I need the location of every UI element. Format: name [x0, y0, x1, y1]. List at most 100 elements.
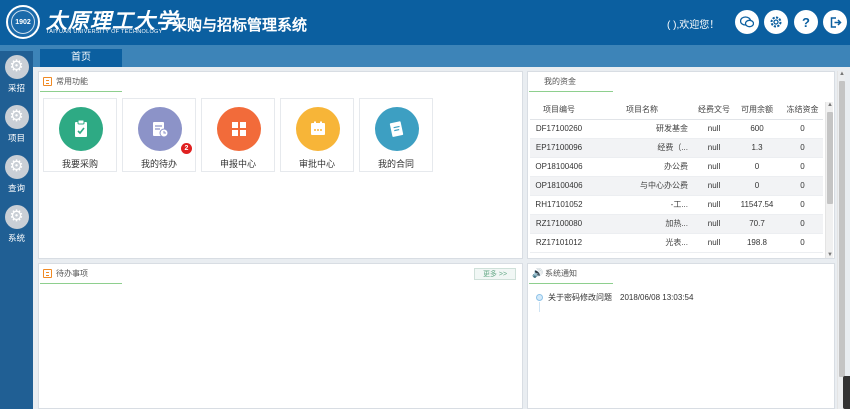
column-header[interactable]: 可用余额: [732, 101, 782, 120]
table-row[interactable]: RH17101052 -工... null 11547.54 0: [530, 195, 823, 215]
cell-frozen: 0: [782, 157, 823, 177]
sidebar-item-label: 采招: [7, 83, 25, 93]
table-row[interactable]: EP17100096 经费（... null 1.3 0: [530, 138, 823, 158]
panel-title: 我的资金: [544, 77, 576, 86]
column-header[interactable]: 项目编号: [530, 101, 588, 120]
panel-title: 系统通知: [545, 269, 577, 278]
page-scrollbar[interactable]: ▲: [837, 71, 845, 409]
scroll-thumb[interactable]: [839, 81, 845, 377]
panel-header: 常用功能: [39, 72, 522, 92]
cell-available: 1.3: [732, 138, 782, 158]
sidebar-item-system[interactable]: ⚙ 系统: [0, 201, 33, 249]
panel-header: 🔊 系统通知: [528, 264, 834, 284]
cell-project-name: 与中心办公费: [588, 176, 696, 196]
sidebar-item-label: 项目: [7, 133, 25, 143]
cell-fund-doc: null: [696, 233, 732, 253]
table-header-row: 项目编号 项目名称 经费文号 可用余额 冻结资金: [530, 101, 823, 120]
column-header[interactable]: 经费文号: [696, 101, 732, 120]
tile-declaration-center[interactable]: 申报中心: [201, 98, 275, 172]
scroll-up-icon[interactable]: ▲: [838, 71, 846, 77]
left-sidebar: ⚙ 采招 ⚙ 项目 ⚙ 查询 ⚙ 系统: [0, 51, 33, 409]
table-row[interactable]: OP18100406 办公费 null 0 0: [530, 157, 823, 177]
table-row[interactable]: RZ17100080 加热... null 70.7 0: [530, 214, 823, 234]
cell-project-name: 研发基金: [588, 119, 696, 139]
quick-functions-panel: 常用功能 我要采购 2 我的待办 申报中心 审批中心 我的合同: [38, 71, 523, 259]
cell-project-name: -工...: [588, 195, 696, 215]
panel-title: 待办事项: [56, 269, 88, 278]
cell-fund-doc: null: [696, 119, 732, 139]
tab-strip: [0, 45, 850, 67]
tab-home[interactable]: 首页: [40, 49, 122, 69]
cell-frozen: 0: [782, 233, 823, 253]
panel-title: 常用功能: [56, 77, 88, 86]
notice-item[interactable]: 关于密码修改问题 2018/06/08 13:03:54: [536, 292, 693, 303]
cell-project-name: 加热...: [588, 214, 696, 234]
cell-frozen: 0: [782, 138, 823, 158]
sidebar-item-query[interactable]: ⚙ 查询: [0, 151, 33, 199]
cell-frozen: 0: [782, 119, 823, 139]
list-icon: [43, 77, 52, 86]
system-notice-panel: 🔊 系统通知 关于密码修改问题 2018/06/08 13:03:54: [527, 263, 835, 409]
notice-time: 2018/06/08 13:03:54: [620, 293, 694, 302]
welcome-text: ( ),欢迎您！: [667, 20, 720, 31]
logout-button[interactable]: [823, 10, 847, 34]
cell-project-code: DF17100260: [530, 119, 588, 139]
cell-project-code: RZ17100080: [530, 214, 588, 234]
clipboard-icon: [59, 107, 103, 151]
cell-fund-doc: null: [696, 157, 732, 177]
table-row[interactable]: DF17100260 研发基金 null 600 0: [530, 119, 823, 139]
cell-project-name: 光表...: [588, 233, 696, 253]
cell-fund-doc: null: [696, 195, 732, 215]
scroll-down-icon[interactable]: ▼: [826, 252, 834, 258]
todo-panel: 待办事项 更多 >>: [38, 263, 523, 409]
tile-approval-center[interactable]: 审批中心: [280, 98, 354, 172]
floating-widget-handle[interactable]: [843, 376, 850, 409]
grid-icon: [217, 107, 261, 151]
notice-text[interactable]: 关于密码修改问题: [548, 292, 612, 303]
cell-fund-doc: null: [696, 176, 732, 196]
sidebar-item-label: 查询: [7, 183, 25, 193]
table-row[interactable]: OP18100406 与中心办公费 null 0 0: [530, 176, 823, 196]
my-funds-panel: 我的资金 项目编号 项目名称 经费文号 可用余额 冻结资金 DF17100260…: [527, 71, 835, 259]
wechat-button[interactable]: [735, 10, 759, 34]
gear-icon: ⚙: [4, 205, 29, 229]
cell-project-code: RH17101052: [530, 195, 588, 215]
tile-purchase[interactable]: 我要采购: [43, 98, 117, 172]
cell-frozen: 0: [782, 195, 823, 215]
logout-icon: [830, 16, 842, 28]
tile-label: 申报中心: [219, 159, 256, 169]
question-icon: ?: [802, 14, 810, 30]
help-button[interactable]: ?: [794, 10, 818, 34]
funds-table: 项目编号 项目名称 经费文号 可用余额 冻结资金 DF17100260 研发基金…: [530, 101, 823, 253]
cell-frozen: 0: [782, 176, 823, 196]
scroll-up-icon[interactable]: ▲: [826, 102, 834, 108]
todo-list-icon: [138, 107, 182, 151]
sidebar-item-project[interactable]: ⚙ 项目: [0, 101, 33, 149]
cell-frozen: 0: [782, 214, 823, 234]
settings-button[interactable]: [764, 10, 788, 34]
cell-project-code: EP17100096: [530, 138, 588, 158]
gear-icon: ⚙: [4, 55, 29, 79]
tile-label: 审批中心: [298, 159, 335, 169]
sidebar-item-procurement[interactable]: ⚙ 采招: [0, 51, 33, 99]
tile-my-todo[interactable]: 2 我的待办: [122, 98, 196, 172]
column-header[interactable]: 项目名称: [588, 101, 696, 120]
tile-my-contracts[interactable]: 我的合同: [359, 98, 433, 172]
tile-label: 我的待办: [140, 159, 177, 169]
tile-label: 我要采购: [61, 159, 98, 169]
timeline-dot-icon: [536, 294, 543, 301]
table-row[interactable]: RZ17101012 光表... null 198.8 0: [530, 233, 823, 253]
contract-icon: [375, 107, 419, 151]
scroll-thumb[interactable]: [827, 112, 833, 204]
column-header[interactable]: 冻结资金: [782, 101, 823, 120]
todo-count-badge: 2: [181, 143, 192, 154]
cell-fund-doc: null: [696, 214, 732, 234]
tile-label: 我的合同: [377, 159, 414, 169]
logo-seal-text: 1902: [11, 10, 35, 34]
more-button[interactable]: 更多 >>: [474, 268, 516, 280]
funds-scrollbar[interactable]: ▲ ▼: [825, 102, 833, 258]
logo-english-name: TAIYUAN UNIVERSITY OF TECHNOLOGY: [46, 29, 163, 35]
cell-project-code: OP18100406: [530, 157, 588, 177]
sidebar-item-label: 系统: [7, 233, 25, 243]
panel-header: 待办事项 更多 >>: [39, 264, 522, 284]
